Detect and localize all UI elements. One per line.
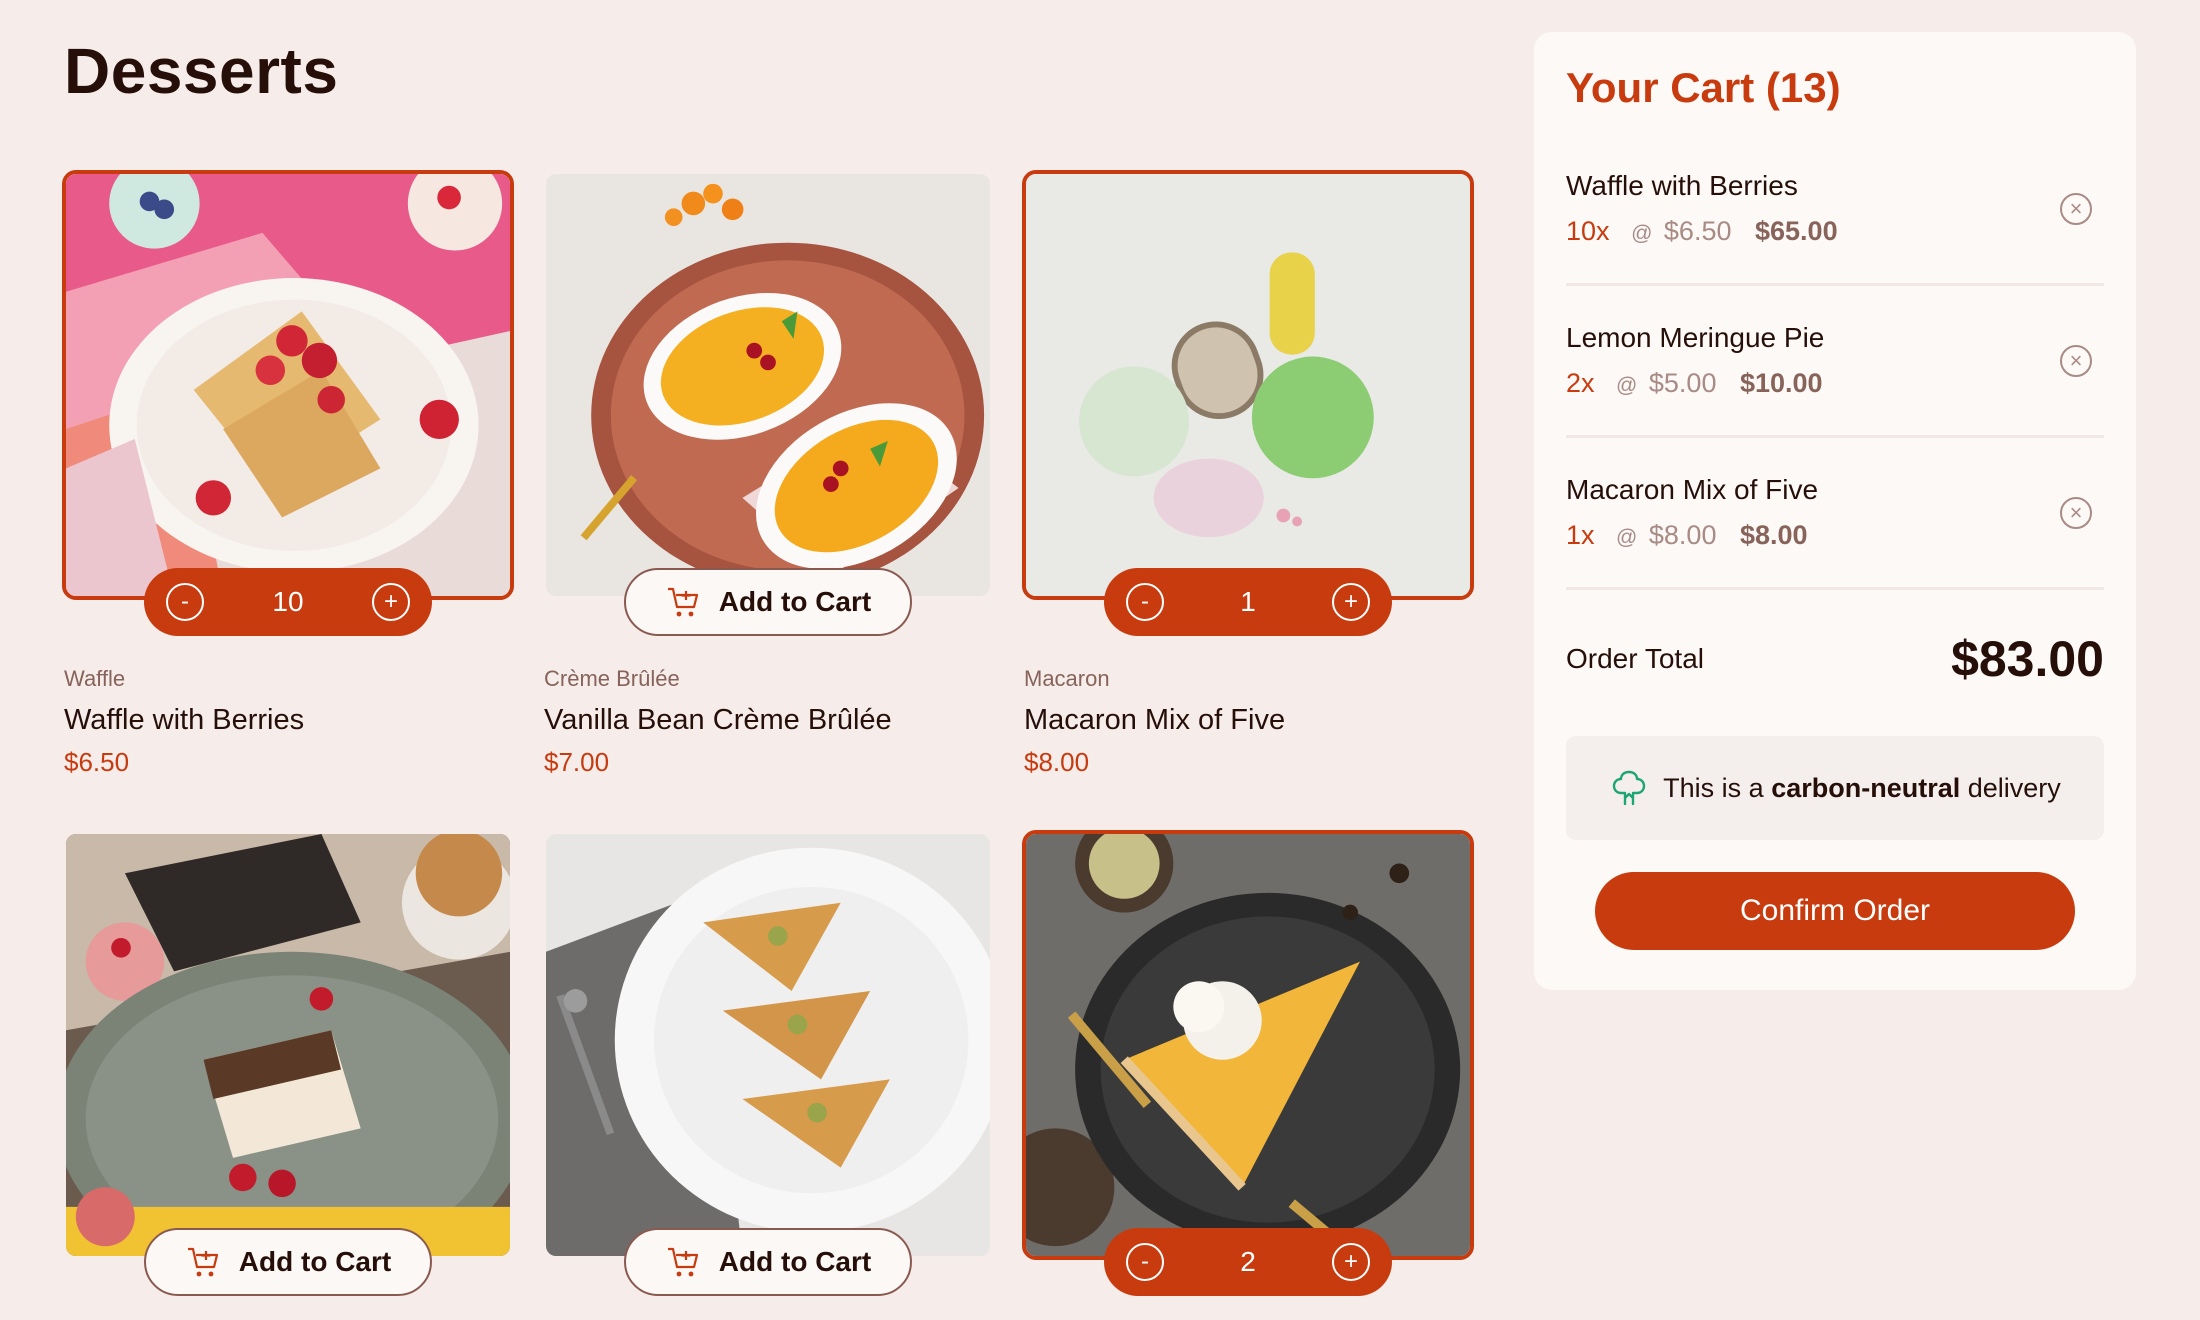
cart-item-unit: @ $8.00 — [1616, 520, 1716, 550]
add-to-cart-button[interactable]: Add to Cart — [624, 1228, 912, 1296]
cart-item-line: 1x @ $8.00 $8.00 — [1566, 520, 1818, 551]
cart-item-qty: 1x — [1566, 520, 1595, 550]
add-to-cart-icon — [187, 1247, 218, 1277]
cart-item-unit: @ $5.00 — [1616, 368, 1716, 398]
product-image-macaron — [1022, 170, 1474, 600]
order-total-label: Order Total — [1566, 643, 1704, 674]
carbon-neutral-notice: This is a carbon-neutral delivery — [1566, 736, 2104, 840]
product-price: $8.00 — [1024, 747, 1090, 777]
product-price: $7.00 — [544, 747, 610, 777]
increment-button[interactable]: + — [1331, 583, 1370, 621]
decrement-button[interactable]: - — [166, 583, 204, 621]
cart-item-unit-price: $5.00 — [1648, 368, 1717, 398]
cart-item-unit-price: $8.00 — [1648, 520, 1717, 550]
product-name: Vanilla Bean Crème Brûlée — [544, 704, 892, 736]
cart-item-qty: 10x — [1566, 216, 1610, 246]
quantity-stepper: - 10 + — [144, 568, 432, 636]
decrement-button[interactable]: - — [1126, 583, 1164, 621]
at-sign: @ — [1616, 374, 1638, 397]
page-title: Desserts — [64, 35, 339, 107]
carbon-suffix: delivery — [1967, 772, 2061, 803]
cart-item-info: Waffle with Berries 10x @ $6.50 $65.00 — [1566, 170, 1838, 247]
product-image-baklava — [542, 830, 994, 1260]
cart-item-qty: 2x — [1566, 368, 1595, 398]
cart-item-unit: @ $6.50 — [1631, 216, 1731, 246]
product-card-creme-brulee: Add to Cart Crème Brûlée Vanilla Bean Cr… — [542, 170, 994, 830]
confirm-order-button[interactable]: Confirm Order — [1595, 872, 2075, 950]
product-meta: Crème Brûlée Vanilla Bean Crème Brûlée $… — [544, 666, 892, 778]
add-to-cart-icon — [667, 587, 698, 617]
product-category: Waffle — [64, 666, 126, 691]
cart-item-info: Lemon Meringue Pie 2x @ $5.00 $10.00 — [1566, 322, 1824, 399]
cart-item-info: Macaron Mix of Five 1x @ $8.00 $8.00 — [1566, 474, 1818, 551]
carbon-text: This is a carbon-neutral delivery — [1663, 773, 2061, 804]
add-to-cart-button[interactable]: Add to Cart — [144, 1228, 432, 1296]
carbon-neutral-tree-icon — [1612, 770, 1646, 806]
order-total: Order Total $83.00 — [1566, 630, 2104, 688]
product-category: Crème Brûlée — [544, 666, 680, 691]
product-card-waffle: - 10 + Waffle Waffle with Berries $6.50 — [62, 170, 514, 830]
add-to-cart-label: Add to Cart — [718, 586, 872, 617]
product-card-tiramisu: Add to Cart — [62, 830, 514, 1320]
carbon-bold: carbon-neutral — [1771, 772, 1961, 803]
cart-item-name: Waffle with Berries — [1566, 170, 1798, 201]
order-total-value: $83.00 — [1951, 631, 2104, 687]
add-to-cart-label: Add to Cart — [238, 1246, 392, 1277]
cart-item-name: Lemon Meringue Pie — [1566, 322, 1825, 353]
add-to-cart-icon — [667, 1247, 698, 1277]
remove-item-icon[interactable]: × — [2060, 344, 2092, 377]
cart-items: Waffle with Berries 10x @ $6.50 $65.00 ×… — [1566, 134, 2104, 590]
product-card-pie: - 2 + — [1022, 830, 1474, 1320]
cart-item: Macaron Mix of Five 1x @ $8.00 $8.00 × — [1566, 438, 2104, 590]
product-price: $6.50 — [64, 747, 130, 777]
at-sign: @ — [1616, 526, 1638, 549]
product-card-baklava: Add to Cart — [542, 830, 994, 1320]
cart-item-total: $10.00 — [1739, 368, 1823, 398]
increment-button[interactable]: + — [1331, 1243, 1370, 1281]
product-name: Waffle with Berries — [64, 704, 305, 736]
product-meta: Waffle Waffle with Berries $6.50 — [64, 666, 304, 778]
product-image-pie — [1022, 830, 1474, 1260]
cart-item-name: Macaron Mix of Five — [1566, 474, 1819, 505]
cart-item: Lemon Meringue Pie 2x @ $5.00 $10.00 × — [1566, 286, 2104, 438]
increment-button[interactable]: + — [372, 583, 410, 621]
quantity-value: 10 — [272, 586, 304, 617]
cart-title: Your Cart (13) — [1566, 64, 1841, 111]
add-to-cart-button[interactable]: Add to Cart — [624, 568, 912, 636]
at-sign: @ — [1631, 222, 1653, 245]
product-name: Macaron Mix of Five — [1024, 704, 1286, 736]
cart-panel: Your Cart (13) Waffle with Berries 10x @… — [1534, 32, 2136, 990]
decrement-button[interactable]: - — [1126, 1243, 1164, 1281]
quantity-value: 2 — [1240, 1246, 1256, 1277]
quantity-value: 1 — [1240, 586, 1256, 617]
cart-item-line: 2x @ $5.00 $10.00 — [1566, 368, 1824, 399]
product-image-creme-brulee — [542, 170, 994, 600]
product-image-tiramisu — [62, 830, 514, 1260]
cart-item-total: $65.00 — [1755, 216, 1838, 246]
add-to-cart-label: Add to Cart — [718, 1246, 872, 1277]
remove-item-icon[interactable]: × — [2060, 496, 2092, 529]
cart-item-line: 10x @ $6.50 $65.00 — [1566, 216, 1838, 247]
product-image-waffle — [62, 170, 514, 600]
quantity-stepper: - 2 + — [1104, 1228, 1392, 1296]
quantity-stepper: - 1 + — [1104, 568, 1392, 636]
product-card-macaron: - 1 + Macaron Macaron Mix of Five $8.00 — [1022, 170, 1474, 830]
remove-item-icon[interactable]: × — [2060, 192, 2092, 225]
product-category: Macaron — [1024, 666, 1110, 691]
carbon-prefix: This is a — [1663, 772, 1764, 803]
cart-item: Waffle with Berries 10x @ $6.50 $65.00 × — [1566, 134, 2104, 286]
product-meta: Macaron Macaron Mix of Five $8.00 — [1024, 666, 1285, 778]
cart-item-total: $8.00 — [1739, 520, 1808, 550]
product-grid: - 10 + Waffle Waffle with Berries $6.50 — [62, 170, 1474, 1320]
cart-item-unit-price: $6.50 — [1663, 216, 1732, 246]
